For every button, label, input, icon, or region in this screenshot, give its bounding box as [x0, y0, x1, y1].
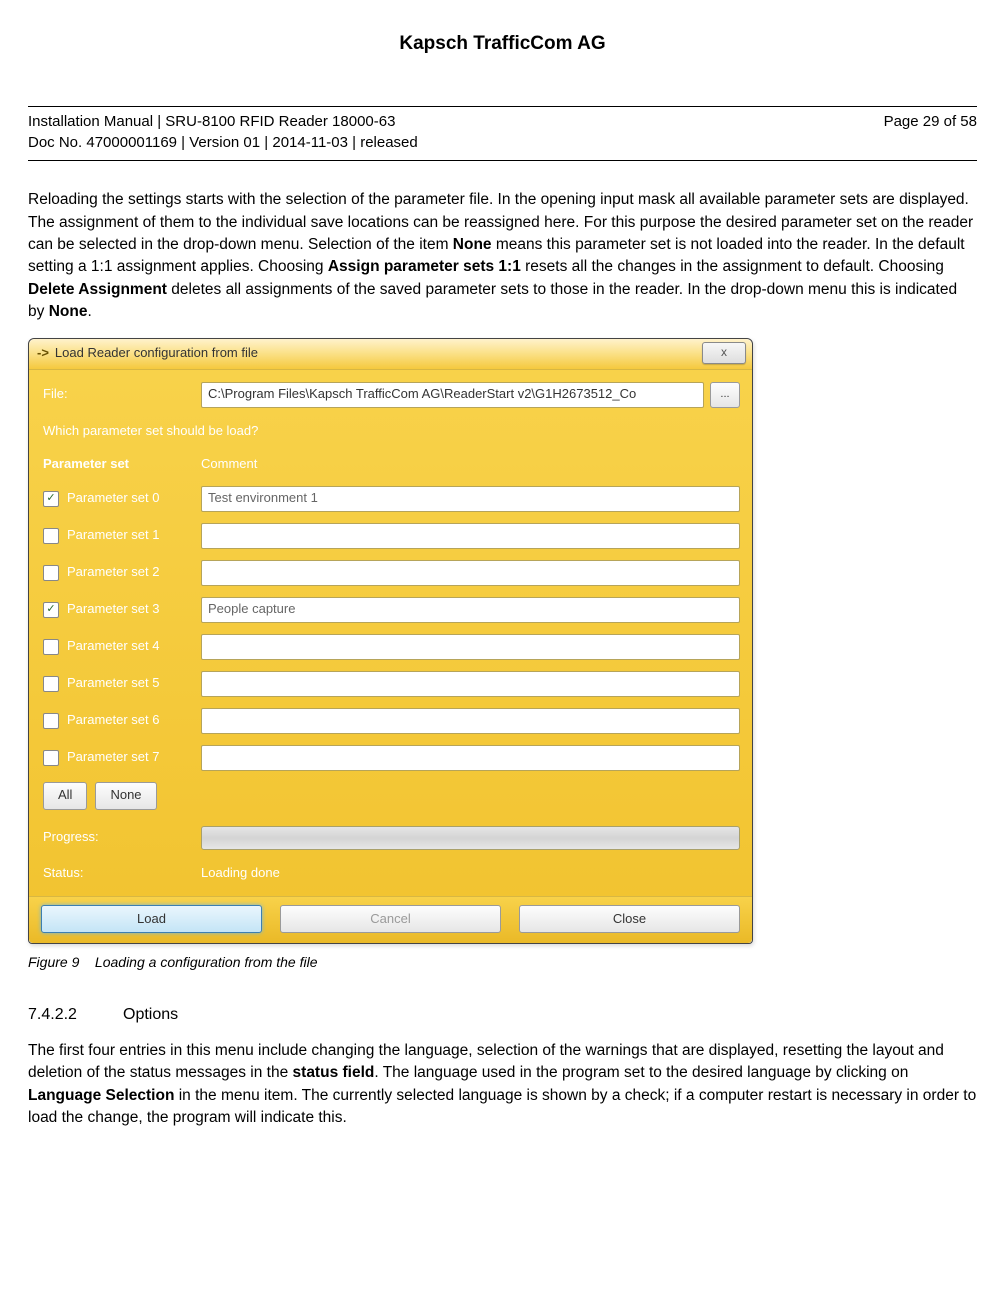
param-label: Parameter set 2: [67, 563, 201, 582]
dialog-titlebar[interactable]: -> Load Reader configuration from file x: [29, 339, 752, 370]
col-parameter-set: Parameter set: [43, 455, 201, 474]
param-row: ✓ Parameter set 0Test environment 1: [43, 486, 740, 512]
status-value: Loading done: [201, 864, 280, 883]
dialog-footer: Load Cancel Close: [29, 896, 752, 943]
doc-header: Installation Manual | SRU-8100 RFID Read…: [28, 106, 977, 162]
paragraph-1: Reloading the settings starts with the s…: [28, 189, 977, 324]
progress-bar: [201, 826, 740, 850]
param-header-row: Parameter set Comment: [43, 455, 740, 474]
p1-t5: .: [87, 303, 91, 320]
company-title: Kapsch TrafficCom AG: [28, 30, 977, 58]
progress-label: Progress:: [43, 828, 201, 847]
param-checkbox[interactable]: ✓: [43, 491, 59, 507]
param-label: Parameter set 3: [67, 600, 201, 619]
param-comment-input[interactable]: [201, 523, 740, 549]
p2-b1: status field: [293, 1064, 375, 1081]
param-checkbox[interactable]: [43, 639, 59, 655]
param-label: Parameter set 0: [67, 489, 201, 508]
p2-b2: Language Selection: [28, 1087, 174, 1104]
p1-t3: resets all the changes in the assignment…: [521, 258, 944, 275]
question-label: Which parameter set should be load?: [43, 422, 740, 441]
param-comment-input[interactable]: [201, 745, 740, 771]
param-comment-input[interactable]: [201, 634, 740, 660]
close-icon: x: [721, 344, 727, 361]
p1-b4: None: [49, 303, 88, 320]
param-comment-input[interactable]: People capture: [201, 597, 740, 623]
param-row: Parameter set 4: [43, 634, 740, 660]
param-comment-input[interactable]: [201, 708, 740, 734]
p1-b3: Delete Assignment: [28, 281, 167, 298]
figure-text: Loading a configuration from the file: [95, 954, 318, 970]
figure-caption: Figure 9 Loading a configuration from th…: [28, 952, 977, 972]
param-label: Parameter set 4: [67, 637, 201, 656]
load-config-dialog: -> Load Reader configuration from file x…: [28, 338, 753, 945]
param-row: Parameter set 5: [43, 671, 740, 697]
dialog-body: File: C:\Program Files\Kapsch TrafficCom…: [29, 370, 752, 897]
param-checkbox[interactable]: [43, 528, 59, 544]
cancel-button[interactable]: Cancel: [280, 905, 501, 933]
param-row: Parameter set 7: [43, 745, 740, 771]
window-close-button[interactable]: x: [702, 342, 746, 364]
page-indicator: Page 29 of 58: [884, 111, 977, 155]
file-label: File:: [43, 385, 201, 404]
param-comment-input[interactable]: [201, 671, 740, 697]
param-checkbox[interactable]: [43, 676, 59, 692]
dialog-title: Load Reader configuration from file: [55, 344, 258, 363]
p1-b1: None: [453, 236, 492, 253]
header-line-2: Doc No. 47000001169 | Version 01 | 2014-…: [28, 132, 418, 154]
param-checkbox[interactable]: ✓: [43, 602, 59, 618]
p1-t4: deletes all assignments of the saved par…: [28, 281, 957, 320]
param-checkbox[interactable]: [43, 750, 59, 766]
p1-b2: Assign parameter sets 1:1: [328, 258, 521, 275]
param-label: Parameter set 5: [67, 674, 201, 693]
header-line-1: Installation Manual | SRU-8100 RFID Read…: [28, 111, 418, 133]
p2-t2: . The language used in the program set t…: [374, 1064, 908, 1081]
param-label: Parameter set 7: [67, 748, 201, 767]
status-label: Status:: [43, 864, 201, 883]
figure-number: Figure 9: [28, 954, 79, 970]
select-none-button[interactable]: None: [95, 782, 156, 810]
arrow-icon: ->: [37, 344, 49, 363]
section-number: 7.4.2.2: [28, 1003, 123, 1026]
browse-button[interactable]: ...: [710, 382, 740, 408]
section-title: Options: [123, 1006, 178, 1023]
close-button[interactable]: Close: [519, 905, 740, 933]
section-heading: 7.4.2.2Options: [28, 1003, 977, 1026]
load-button[interactable]: Load: [41, 905, 262, 933]
select-all-button[interactable]: All: [43, 782, 87, 810]
param-row: Parameter set 1: [43, 523, 740, 549]
param-row: ✓ Parameter set 3People capture: [43, 597, 740, 623]
param-comment-input[interactable]: Test environment 1: [201, 486, 740, 512]
param-rows-container: ✓Parameter set 0Test environment 1Parame…: [43, 486, 740, 771]
param-comment-input[interactable]: [201, 560, 740, 586]
col-comment: Comment: [201, 455, 257, 474]
param-label: Parameter set 6: [67, 711, 201, 730]
param-checkbox[interactable]: [43, 713, 59, 729]
param-checkbox[interactable]: [43, 565, 59, 581]
param-row: Parameter set 2: [43, 560, 740, 586]
paragraph-2: The first four entries in this menu incl…: [28, 1040, 977, 1130]
param-label: Parameter set 1: [67, 526, 201, 545]
param-row: Parameter set 6: [43, 708, 740, 734]
file-path-input[interactable]: C:\Program Files\Kapsch TrafficCom AG\Re…: [201, 382, 704, 408]
